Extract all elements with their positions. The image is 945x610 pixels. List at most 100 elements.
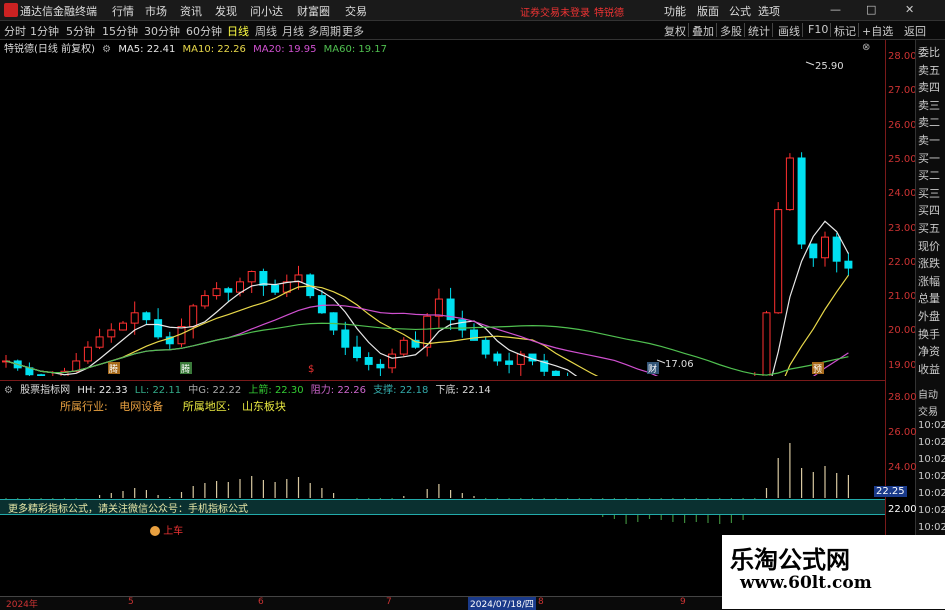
toolbar-divider [772,23,773,37]
trade-list-item: 10:02 [918,454,945,465]
dividend-marker[interactable]: $ [308,364,314,375]
candle-body[interactable] [832,236,841,262]
maximize-icon[interactable]: □ [866,3,876,16]
candle-body[interactable] [505,360,514,365]
menu-wealth[interactable]: 财富圈 [297,3,330,19]
side-panel-label: 买二 [918,169,940,183]
candle-body[interactable] [130,312,139,324]
candle-body[interactable] [399,339,408,355]
candle-body[interactable] [119,322,127,331]
trade-list-item[interactable]: 交易 [918,403,938,418]
menu-trade[interactable]: 交易 [345,3,367,19]
collapse-icon[interactable]: ⊗ [862,42,870,53]
candle-body[interactable] [388,353,397,369]
side-panel-label: 卖五 [918,63,940,77]
side-panel-label: 卖三 [918,98,940,112]
period-daily[interactable]: 日线 [227,23,249,39]
tool-f10[interactable]: F10 [808,23,828,36]
candle-body[interactable] [774,209,783,314]
candle-body[interactable] [821,236,829,259]
side-panel-label: 委比 [918,46,940,59]
menu-discover[interactable]: 发现 [215,3,237,19]
candle-body[interactable] [809,243,818,259]
candle-body[interactable] [200,295,209,307]
tool-stats[interactable]: 统计 [748,23,770,39]
candle-body[interactable] [481,339,490,355]
candle-body[interactable] [493,353,502,362]
menu-news[interactable]: 资讯 [180,3,202,19]
candle-body[interactable] [83,346,92,362]
tool-draw[interactable]: 画线 [778,23,800,39]
side-panel-label: 卖四 [918,81,940,95]
period-weekly[interactable]: 周线 [255,23,277,39]
period-more[interactable]: 更多 [342,23,364,39]
candle-body[interactable] [341,329,350,348]
candle-body[interactable] [212,288,221,297]
close-icon[interactable]: ✕ [905,3,914,16]
minimize-icon[interactable]: — [830,3,841,16]
menu-bar: 通达信金融终端 行情 市场 资讯 发现 问小达 财富圈 交易 证券交易未登录 特… [0,0,945,21]
promo-banner-text: 更多精彩指标公式，请关注微信公众号：手机指标公式 [8,504,248,515]
indicator-support: 支撑: 22.18 [373,385,429,396]
tool-back[interactable]: 返回 [904,23,926,39]
period-intraday[interactable]: 分时 [4,23,26,39]
menu-layout[interactable]: 版面 [697,3,719,19]
indicator-up-arrow: 上箭: 22.30 [248,385,304,396]
candle-body[interactable] [224,288,233,293]
menu-ask[interactable]: 问小达 [250,3,283,19]
period-1min[interactable]: 1分钟 [30,23,59,39]
candle-body[interactable] [434,298,443,317]
period-15min[interactable]: 15分钟 [102,23,138,39]
candle-body[interactable] [236,281,244,293]
menu-quotes[interactable]: 行情 [112,3,134,19]
candle-body[interactable] [797,157,806,245]
period-monthly[interactable]: 月线 [282,23,304,39]
candle-body[interactable] [142,312,151,321]
side-panel-label: 卖二 [918,116,940,130]
candle-body[interactable] [376,363,385,369]
tool-multi-stock[interactable]: 多股 [720,23,742,39]
tool-mark[interactable]: 标记 [834,23,856,39]
menu-formula[interactable]: 公式 [729,3,751,19]
candle-body[interactable] [551,370,560,376]
price-tick: 20.00 [888,325,917,336]
candle-body[interactable] [259,271,268,286]
side-panel-label: 买一 [918,151,940,165]
period-60min[interactable]: 60分钟 [186,23,222,39]
menu-options[interactable]: 选项 [758,3,780,19]
candle-body[interactable] [329,312,338,331]
period-toolbar: 分时 1分钟 5分钟 15分钟 30分钟 60分钟 日线 周线 月线 多周期 更… [0,21,945,40]
quote-side-panel: 委比 卖五 卖四 卖三 卖二 卖一 买一 买二 买三 买四 买五 现价 涨跌 涨幅 总量 外盘 换手 净资 收益 自动… [915,40,945,584]
trade-list-item: 10:02 [918,437,945,448]
event-marker-label: 财 [648,363,657,375]
candle-body[interactable] [353,346,361,359]
tool-add-watchlist[interactable]: +自选 [862,23,893,39]
candle-body[interactable] [844,260,853,269]
menu-function[interactable]: 功能 [664,3,686,19]
menu-market[interactable]: 市场 [145,3,167,19]
candle-body[interactable] [762,312,771,376]
date-tick: 6 [258,597,264,607]
candle-body[interactable] [95,336,104,348]
candle-body[interactable] [37,374,46,376]
indicator-chart[interactable] [0,395,885,555]
period-5min[interactable]: 5分钟 [66,23,95,39]
login-notice[interactable]: 证券交易未登录 [520,4,590,19]
candle-body[interactable] [154,319,163,338]
candle-body[interactable] [317,295,326,314]
candle-body[interactable] [247,271,256,283]
stock-link[interactable]: 特锐德 [594,4,624,19]
period-multi[interactable]: 多周期 [308,23,341,39]
tool-adjust[interactable]: 复权 [664,23,686,39]
trade-list-item[interactable]: 自动 [918,386,938,401]
candlestick-chart[interactable]: 25.90 17.06 腾 腾 $ 财 预 [0,56,885,376]
candle-body[interactable] [785,157,794,211]
date-tick: 2024年 [6,600,38,610]
candle-body[interactable] [364,357,373,365]
candle-body[interactable] [107,329,116,338]
settings-icon[interactable]: ⚙ [102,44,111,55]
period-30min[interactable]: 30分钟 [144,23,180,39]
candle-body[interactable] [271,284,280,293]
tool-overlay[interactable]: 叠加 [692,23,714,39]
candle-body[interactable] [189,305,198,328]
